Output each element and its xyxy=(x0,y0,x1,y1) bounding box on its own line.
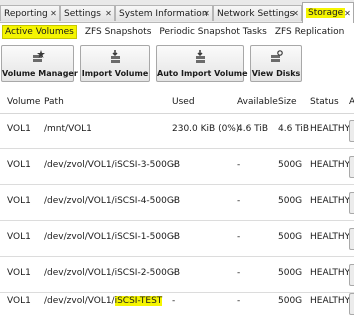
cell-path-text: /mnt/VOL1 xyxy=(44,124,92,134)
subtab-active-volumes[interactable]: Active Volumes xyxy=(2,24,77,39)
column-header-extra[interactable]: A xyxy=(349,97,354,107)
view-disks-button[interactable]: View Disks xyxy=(250,45,302,82)
auto-import-volume-icon xyxy=(196,50,205,63)
close-icon[interactable]: ✕ xyxy=(291,9,300,18)
cell-used: 230.0 KiB (0%) xyxy=(172,124,240,134)
subtab-zfs-replication[interactable]: ZFS Replication xyxy=(275,27,345,37)
cell-path: /dev/zvol/VOL1/iSCSI-2-500GB xyxy=(44,268,180,278)
table-row[interactable]: VOL1 /dev/zvol/VOL1/iSCSI-4-500GB - - 50… xyxy=(0,185,354,221)
auto-import-volume-label: Auto Import Volume xyxy=(157,69,248,78)
cell-size: 500G xyxy=(278,196,303,206)
tab-storage-label: Storage xyxy=(306,8,346,18)
column-header-path[interactable]: Path xyxy=(44,97,64,107)
subtab-periodic-snapshot-tasks[interactable]: Periodic Snapshot Tasks xyxy=(159,27,266,37)
table-row[interactable]: VOL1 /mnt/VOL1 230.0 KiB (0%) 4.6 TiB 4.… xyxy=(0,113,354,149)
tab-network-settings[interactable]: Network Settings ✕ xyxy=(213,5,302,21)
close-icon[interactable]: ✕ xyxy=(343,9,352,18)
cell-status: HEALTHY xyxy=(310,268,351,278)
cell-status: HEALTHY xyxy=(310,160,351,170)
table-row[interactable]: VOL1 /dev/zvol/VOL1/iSCSI-3-500GB - - 50… xyxy=(0,149,354,185)
close-icon[interactable]: ✕ xyxy=(49,9,58,18)
cell-used: - xyxy=(172,196,176,206)
close-icon[interactable]: ✕ xyxy=(104,9,113,18)
cell-size: 500G xyxy=(278,160,303,170)
cell-path-text: /dev/zvol/VOL1/ xyxy=(44,296,115,306)
column-header-size[interactable]: Size xyxy=(278,97,296,107)
row-action-button[interactable] xyxy=(349,264,354,286)
subtab-zfs-snapshots[interactable]: ZFS Snapshots xyxy=(85,27,152,37)
cell-path: /dev/zvol/VOL1/iSCSI-4-500GB xyxy=(44,196,180,206)
cell-volume: VOL1 xyxy=(7,124,31,134)
cell-available: - xyxy=(237,232,241,242)
cell-volume: VOL1 xyxy=(7,268,31,278)
volume-manager-label: Volume Manager xyxy=(2,69,78,78)
view-disks-icon xyxy=(271,50,283,62)
import-volume-button[interactable]: Import Volume xyxy=(80,45,150,82)
cell-path-text: /dev/zvol/VOL1/iSCSI-4-500GB xyxy=(44,196,180,206)
cell-path-text: /dev/zvol/VOL1/iSCSI-3-500GB xyxy=(44,160,180,170)
cell-size: 4.6 TiB xyxy=(278,124,310,134)
auto-import-volume-button[interactable]: Auto Import Volume xyxy=(156,45,248,82)
row-action-button[interactable] xyxy=(349,293,354,315)
table-row[interactable]: VOL1 /dev/zvol/VOL1/iSCSI-2-500GB - - 50… xyxy=(0,257,354,293)
column-header-volume[interactable]: Volume xyxy=(7,97,40,107)
cell-available: - xyxy=(237,268,241,278)
cell-status: HEALTHY xyxy=(310,232,351,242)
tab-reporting-label: Reporting xyxy=(4,8,48,19)
cell-path-text: /dev/zvol/VOL1/iSCSI-2-500GB xyxy=(44,268,180,278)
volumes-table-header: Volume Path Used Available Size Status A xyxy=(0,91,354,114)
cell-path: /dev/zvol/VOL1/iSCSI-TEST xyxy=(44,296,163,306)
tab-system-information[interactable]: System Information ✕ xyxy=(115,5,213,21)
close-icon[interactable]: ✕ xyxy=(202,9,211,18)
view-disks-label: View Disks xyxy=(251,69,301,78)
row-action-button[interactable] xyxy=(349,228,354,250)
cell-path: /dev/zvol/VOL1/iSCSI-1-500GB xyxy=(44,232,180,242)
cell-status: HEALTHY xyxy=(310,124,351,134)
row-action-button[interactable] xyxy=(349,192,354,214)
cell-volume: VOL1 xyxy=(7,232,31,242)
row-action-button[interactable] xyxy=(349,156,354,178)
cell-status: HEALTHY xyxy=(310,196,351,206)
table-row[interactable]: VOL1 /dev/zvol/VOL1/iSCSI-TEST - - 500G … xyxy=(0,293,354,316)
import-volume-icon xyxy=(111,50,120,63)
volume-manager-button[interactable]: Volume Manager xyxy=(1,45,78,82)
cell-available: - xyxy=(237,160,241,170)
tab-storage[interactable]: Storage ✕ xyxy=(302,2,354,23)
cell-used: - xyxy=(172,296,176,306)
cell-path-highlight: iSCSI-TEST xyxy=(114,296,163,306)
cell-used: - xyxy=(172,268,176,278)
cell-path-text: /dev/zvol/VOL1/iSCSI-1-500GB xyxy=(44,232,180,242)
cell-available: - xyxy=(237,196,241,206)
cell-volume: VOL1 xyxy=(7,296,31,306)
cell-status: HEALTHY xyxy=(310,296,351,306)
volume-manager-icon xyxy=(32,50,45,62)
cell-volume: VOL1 xyxy=(7,196,31,206)
tab-system-information-label: System Information xyxy=(119,8,208,19)
cell-available: - xyxy=(237,296,241,306)
tab-network-settings-label: Network Settings xyxy=(217,8,295,19)
row-action-button[interactable] xyxy=(349,120,354,142)
main-tab-bar: Reporting ✕ Settings ✕ System Informatio… xyxy=(0,0,354,23)
tab-reporting[interactable]: Reporting ✕ xyxy=(0,5,60,21)
column-header-available[interactable]: Available xyxy=(237,97,278,107)
tab-settings-label: Settings xyxy=(64,8,101,19)
cell-path: /mnt/VOL1 xyxy=(44,124,92,134)
cell-volume: VOL1 xyxy=(7,160,31,170)
table-row[interactable]: VOL1 /dev/zvol/VOL1/iSCSI-1-500GB - - 50… xyxy=(0,221,354,257)
cell-size: 500G xyxy=(278,296,303,306)
storage-subtabs: Active Volumes ZFS Snapshots Periodic Sn… xyxy=(0,24,354,39)
tab-settings[interactable]: Settings ✕ xyxy=(60,5,115,21)
column-header-used[interactable]: Used xyxy=(172,97,195,107)
column-header-status[interactable]: Status xyxy=(310,97,339,107)
cell-used: - xyxy=(172,160,176,170)
cell-path: /dev/zvol/VOL1/iSCSI-3-500GB xyxy=(44,160,180,170)
cell-size: 500G xyxy=(278,268,303,278)
cell-size: 500G xyxy=(278,232,303,242)
cell-used: - xyxy=(172,232,176,242)
import-volume-label: Import Volume xyxy=(81,69,149,78)
cell-available: 4.6 TiB xyxy=(237,124,269,134)
